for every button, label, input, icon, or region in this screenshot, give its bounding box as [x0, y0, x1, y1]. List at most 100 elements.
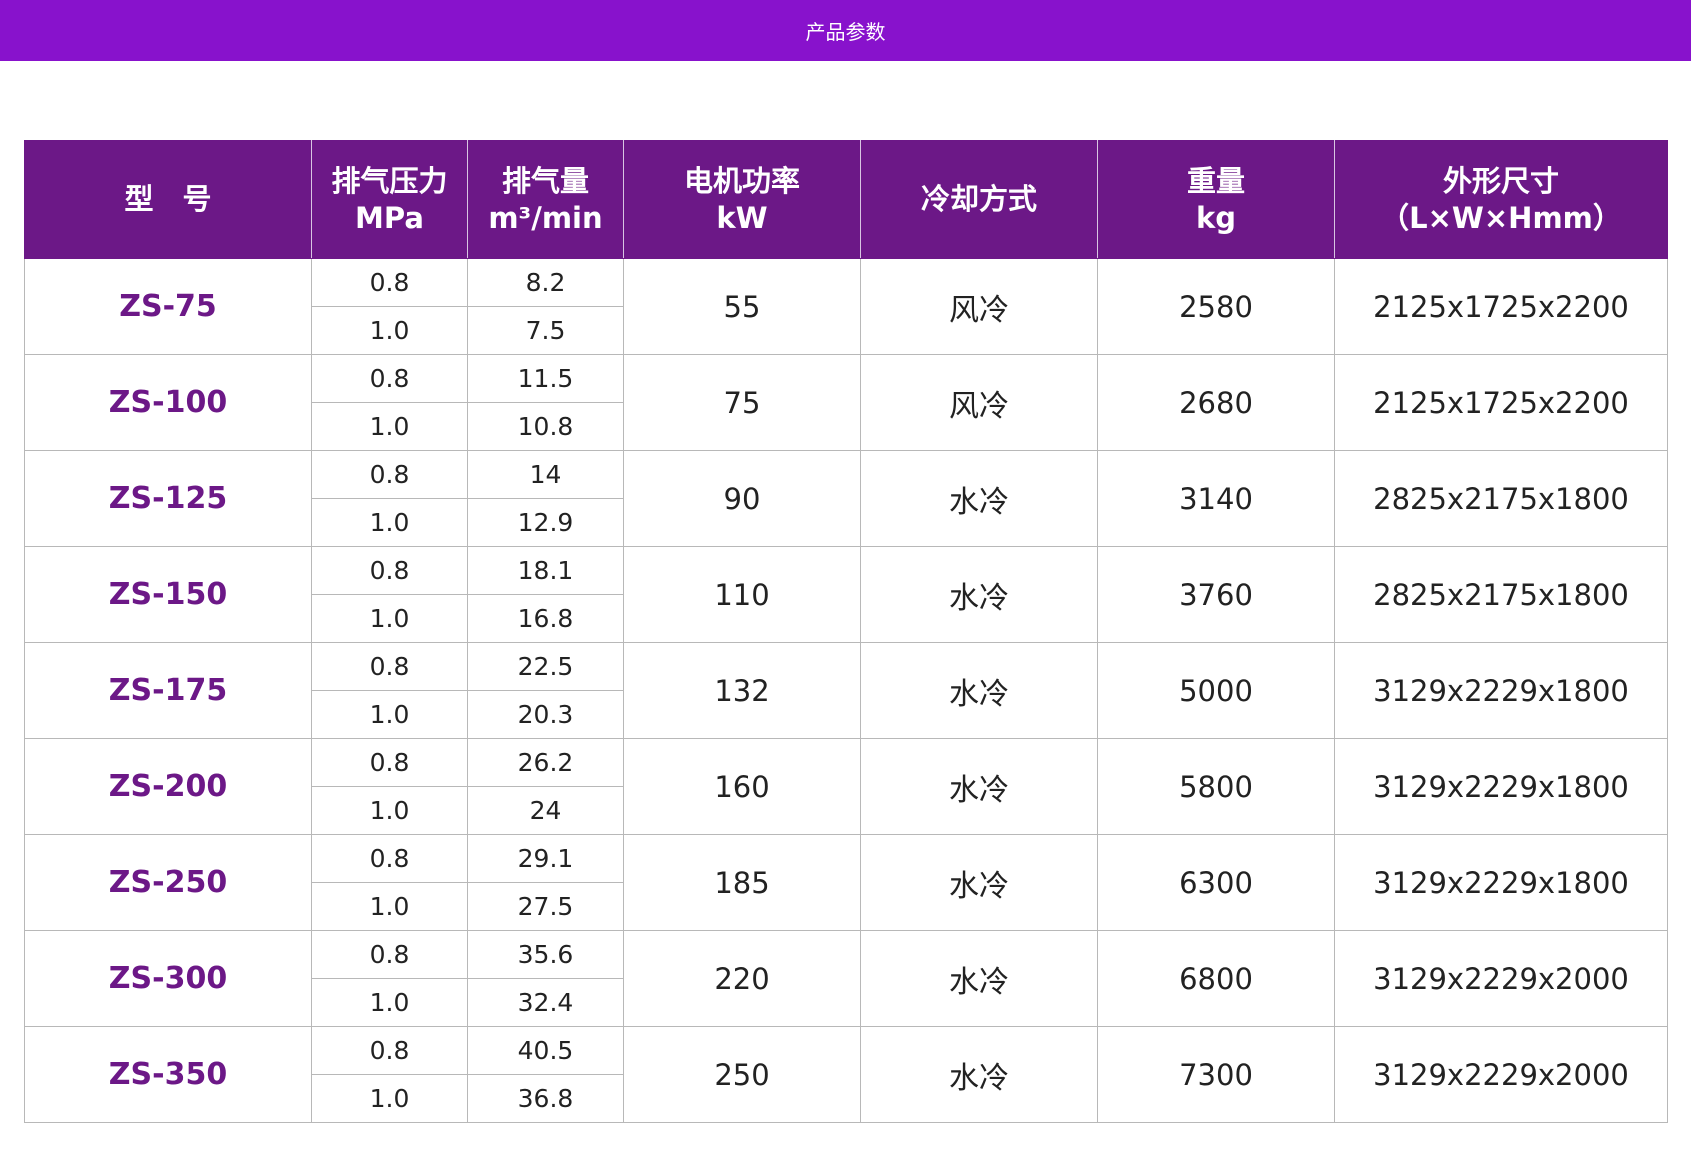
cooling-cell: 水冷: [860, 642, 1098, 739]
header-cooling: 冷却方式: [860, 140, 1098, 259]
flow-cell: 24: [467, 786, 624, 835]
table-row: ZS-200 0.8 26.2 160 水冷 5800 3129x2229x1800: [24, 738, 1668, 835]
header-weight-unit: kg: [1195, 200, 1237, 235]
table-body: ZS-75 0.8 8.2 55 风冷 2580 2125x1725x2200 1.0 7.5 Z…: [24, 258, 1668, 1123]
table-row: ZS-250 0.8 29.1 185 水冷 6300 3129x2229x1800: [24, 834, 1668, 931]
model-cell: ZS-100: [24, 354, 312, 451]
spec-table: 型 号 排气压力 MPa 排气量 m³/min 电机功率 kW 冷却方式 重量 …: [24, 140, 1668, 1123]
table-row: ZS-150 0.8 18.1 110 水冷 3760 2825x2175x1800: [24, 546, 1668, 643]
pressure-cell: 0.8: [311, 738, 468, 787]
weight-cell: 2680: [1097, 354, 1335, 451]
header-model: 型 号: [24, 140, 312, 259]
model-cell: ZS-150: [24, 546, 312, 643]
cooling-cell: 水冷: [860, 450, 1098, 547]
model-cell: ZS-200: [24, 738, 312, 835]
header-cooling-label: 冷却方式: [920, 182, 1037, 216]
flow-cell: 8.2: [467, 258, 624, 307]
pressure-cell: 0.8: [311, 642, 468, 691]
header-flow-unit: m³/min: [488, 200, 603, 235]
pressure-cell: 0.8: [311, 354, 468, 403]
model-cell: ZS-125: [24, 450, 312, 547]
weight-cell: 5000: [1097, 642, 1335, 739]
dimensions-cell: 3129x2229x2000: [1334, 930, 1668, 1027]
pressure-cell: 1.0: [311, 1074, 468, 1123]
flow-cell: 10.8: [467, 402, 624, 451]
header-pressure-label: 排气压力: [331, 163, 448, 198]
power-cell: 55: [623, 258, 861, 355]
dimensions-cell: 3129x2229x1800: [1334, 738, 1668, 835]
cooling-cell: 水冷: [860, 1026, 1098, 1123]
dimensions-cell: 2125x1725x2200: [1334, 354, 1668, 451]
table-header-row: 型 号 排气压力 MPa 排气量 m³/min 电机功率 kW 冷却方式 重量 …: [24, 140, 1668, 259]
power-cell: 90: [623, 450, 861, 547]
dimensions-cell: 3129x2229x1800: [1334, 642, 1668, 739]
header-weight-label: 重量: [1186, 163, 1245, 198]
flow-cell: 22.5: [467, 642, 624, 691]
header-flow: 排气量 m³/min: [467, 140, 624, 259]
dimensions-cell: 2825x2175x1800: [1334, 450, 1668, 547]
pressure-cell: 1.0: [311, 786, 468, 835]
cooling-cell: 水冷: [860, 546, 1098, 643]
table-row: ZS-75 0.8 8.2 55 风冷 2580 2125x1725x2200: [24, 258, 1668, 355]
table-row: ZS-350 0.8 40.5 250 水冷 7300 3129x2229x2000: [24, 1026, 1668, 1123]
flow-cell: 18.1: [467, 546, 624, 595]
dimensions-cell: 3129x2229x1800: [1334, 834, 1668, 931]
header-dimensions: 外形尺寸 （L×W×Hmm）: [1334, 140, 1668, 259]
pressure-cell: 0.8: [311, 258, 468, 307]
weight-cell: 6300: [1097, 834, 1335, 931]
power-cell: 220: [623, 930, 861, 1027]
flow-cell: 32.4: [467, 978, 624, 1027]
pressure-cell: 1.0: [311, 882, 468, 931]
header-dimensions-label: 外形尺寸: [1442, 163, 1559, 198]
table-row: ZS-300 0.8 35.6 220 水冷 6800 3129x2229x2000: [24, 930, 1668, 1027]
power-cell: 110: [623, 546, 861, 643]
pressure-cell: 0.8: [311, 930, 468, 979]
cooling-cell: 水冷: [860, 930, 1098, 1027]
pressure-cell: 1.0: [311, 978, 468, 1027]
header-dimensions-unit: （L×W×Hmm）: [1380, 200, 1622, 235]
pressure-cell: 1.0: [311, 594, 468, 643]
header-power-label: 电机功率: [683, 163, 800, 198]
header-pressure-unit: MPa: [355, 200, 424, 235]
cooling-cell: 水冷: [860, 738, 1098, 835]
flow-cell: 20.3: [467, 690, 624, 739]
table-row: ZS-125 0.8 14 90 水冷 3140 2825x2175x1800: [24, 450, 1668, 547]
weight-cell: 5800: [1097, 738, 1335, 835]
flow-cell: 27.5: [467, 882, 624, 931]
flow-cell: 16.8: [467, 594, 624, 643]
dimensions-cell: 3129x2229x2000: [1334, 1026, 1668, 1123]
model-cell: ZS-75: [24, 258, 312, 355]
pressure-cell: 0.8: [311, 834, 468, 883]
header-weight: 重量 kg: [1097, 140, 1335, 259]
table-row: ZS-175 0.8 22.5 132 水冷 5000 3129x2229x1800: [24, 642, 1668, 739]
dimensions-cell: 2825x2175x1800: [1334, 546, 1668, 643]
pressure-cell: 1.0: [311, 498, 468, 547]
cooling-cell: 风冷: [860, 354, 1098, 451]
flow-cell: 7.5: [467, 306, 624, 355]
flow-cell: 40.5: [467, 1026, 624, 1075]
flow-cell: 26.2: [467, 738, 624, 787]
cooling-cell: 风冷: [860, 258, 1098, 355]
power-cell: 185: [623, 834, 861, 931]
model-cell: ZS-250: [24, 834, 312, 931]
header-power-unit: kW: [716, 200, 768, 235]
model-cell: ZS-175: [24, 642, 312, 739]
pressure-cell: 0.8: [311, 546, 468, 595]
header-power: 电机功率 kW: [623, 140, 861, 259]
pressure-cell: 1.0: [311, 690, 468, 739]
pressure-cell: 1.0: [311, 402, 468, 451]
flow-cell: 35.6: [467, 930, 624, 979]
header-model-label: 型 号: [124, 182, 212, 216]
dimensions-cell: 2125x1725x2200: [1334, 258, 1668, 355]
power-cell: 250: [623, 1026, 861, 1123]
flow-cell: 14: [467, 450, 624, 499]
flow-cell: 11.5: [467, 354, 624, 403]
flow-cell: 12.9: [467, 498, 624, 547]
pressure-cell: 1.0: [311, 306, 468, 355]
flow-cell: 36.8: [467, 1074, 624, 1123]
flow-cell: 29.1: [467, 834, 624, 883]
weight-cell: 3140: [1097, 450, 1335, 547]
model-cell: ZS-300: [24, 930, 312, 1027]
table-row: ZS-100 0.8 11.5 75 风冷 2680 2125x1725x2200: [24, 354, 1668, 451]
power-cell: 160: [623, 738, 861, 835]
